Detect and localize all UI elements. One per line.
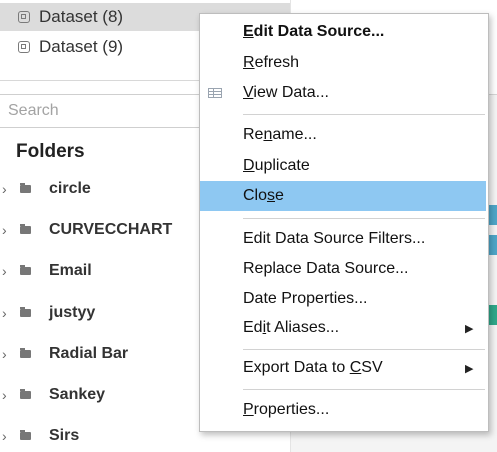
grid-icon bbox=[208, 88, 222, 98]
chevron-right-icon[interactable]: › bbox=[2, 428, 12, 444]
label-text: SV bbox=[361, 359, 383, 376]
menu-item-refresh[interactable]: Refresh bbox=[200, 48, 488, 78]
chevron-right-icon[interactable]: › bbox=[2, 387, 12, 403]
menu-item-edit-data-source[interactable]: Edit Data Source... bbox=[200, 17, 488, 47]
label-text: t Aliases... bbox=[266, 319, 340, 336]
menu-item-label: View Data... bbox=[243, 84, 329, 102]
folder-icon bbox=[20, 430, 31, 440]
chevron-right-icon[interactable]: › bbox=[2, 346, 12, 362]
label-text: ame... bbox=[272, 126, 317, 143]
folder-label: Sankey bbox=[49, 386, 106, 403]
menu-item-export-csv[interactable]: Export Data to CSV ▶ bbox=[200, 353, 488, 383]
folder-icon bbox=[20, 348, 31, 358]
data-source-label: Dataset (9) bbox=[39, 37, 124, 56]
access-key: R bbox=[243, 54, 255, 71]
folder-label: Sirs bbox=[49, 427, 80, 444]
folder-icon bbox=[20, 224, 31, 234]
menu-item-label: Duplicate bbox=[243, 157, 310, 175]
access-key: P bbox=[243, 401, 254, 418]
menu-item-date-properties[interactable]: Date Properties... bbox=[200, 284, 488, 314]
chevron-right-icon[interactable]: › bbox=[2, 222, 12, 238]
menu-item-duplicate[interactable]: Duplicate bbox=[200, 151, 488, 181]
submenu-arrow-icon: ▶ bbox=[465, 322, 474, 335]
folder-label: circle bbox=[49, 180, 91, 197]
folder-label: Email bbox=[49, 262, 92, 279]
label-text: uplicate bbox=[254, 157, 310, 174]
label-text: iew Data... bbox=[253, 84, 329, 101]
label-text: roperties... bbox=[253, 401, 330, 418]
folders-heading: Folders bbox=[16, 141, 85, 162]
folder-label: Radial Bar bbox=[49, 345, 129, 362]
menu-item-view-data[interactable]: View Data... bbox=[200, 78, 488, 108]
folder-label: justyy bbox=[49, 304, 96, 321]
dataset-icon bbox=[18, 11, 30, 23]
context-menu: Edit Data Source... Refresh View Data...… bbox=[199, 13, 489, 432]
data-source-label: Dataset (8) bbox=[39, 7, 124, 26]
folder-label: CURVECCHART bbox=[49, 221, 173, 238]
access-key: E bbox=[243, 23, 254, 40]
menu-item-label: Edit Data Source Filters... bbox=[243, 230, 426, 247]
menu-item-edit-aliases[interactable]: Edit Aliases... ▶ bbox=[200, 313, 488, 343]
menu-separator bbox=[243, 349, 485, 350]
menu-item-edit-filters[interactable]: Edit Data Source Filters... bbox=[200, 224, 488, 254]
chevron-right-icon[interactable]: › bbox=[2, 305, 12, 321]
access-key: D bbox=[243, 157, 255, 174]
label-text: Clo bbox=[243, 187, 268, 204]
menu-item-label: Edit Data Source... bbox=[243, 23, 384, 41]
menu-item-label: Edit Aliases... bbox=[243, 319, 339, 337]
label-text: efresh bbox=[254, 54, 300, 71]
label-text: dit Data Source... bbox=[253, 23, 385, 40]
label-text: e bbox=[275, 187, 284, 204]
menu-item-label: Close bbox=[243, 187, 284, 205]
menu-separator bbox=[243, 389, 485, 390]
chevron-right-icon[interactable]: › bbox=[2, 263, 12, 279]
menu-separator bbox=[243, 114, 485, 115]
folder-icon bbox=[20, 265, 31, 275]
submenu-arrow-icon: ▶ bbox=[465, 362, 474, 375]
access-key: s bbox=[267, 187, 276, 204]
menu-item-label: Properties... bbox=[243, 401, 329, 419]
menu-item-label: Rename... bbox=[243, 126, 317, 144]
menu-separator bbox=[243, 218, 485, 219]
menu-item-label: Export Data to CSV bbox=[243, 359, 383, 377]
menu-item-close[interactable]: Close bbox=[200, 181, 486, 211]
menu-item-label: Refresh bbox=[243, 54, 299, 72]
folder-icon bbox=[20, 389, 31, 399]
chevron-right-icon[interactable]: › bbox=[2, 181, 12, 197]
workspace: Dataset (8) Dataset (9) Folders › circle… bbox=[0, 0, 497, 452]
folder-icon bbox=[20, 183, 31, 193]
menu-item-rename[interactable]: Rename... bbox=[200, 120, 488, 150]
menu-item-label: Date Properties... bbox=[243, 290, 368, 307]
menu-item-properties[interactable]: Properties... bbox=[200, 395, 488, 425]
label-text: Re bbox=[243, 126, 264, 143]
menu-item-replace-data-source[interactable]: Replace Data Source... bbox=[200, 254, 488, 284]
dataset-icon bbox=[18, 41, 30, 53]
access-key: C bbox=[349, 359, 362, 376]
folder-icon bbox=[20, 307, 31, 317]
menu-item-label: Replace Data Source... bbox=[243, 260, 409, 277]
access-key: V bbox=[243, 84, 254, 101]
label-text: Ed bbox=[243, 319, 263, 336]
label-text: Export Data to bbox=[243, 359, 350, 376]
